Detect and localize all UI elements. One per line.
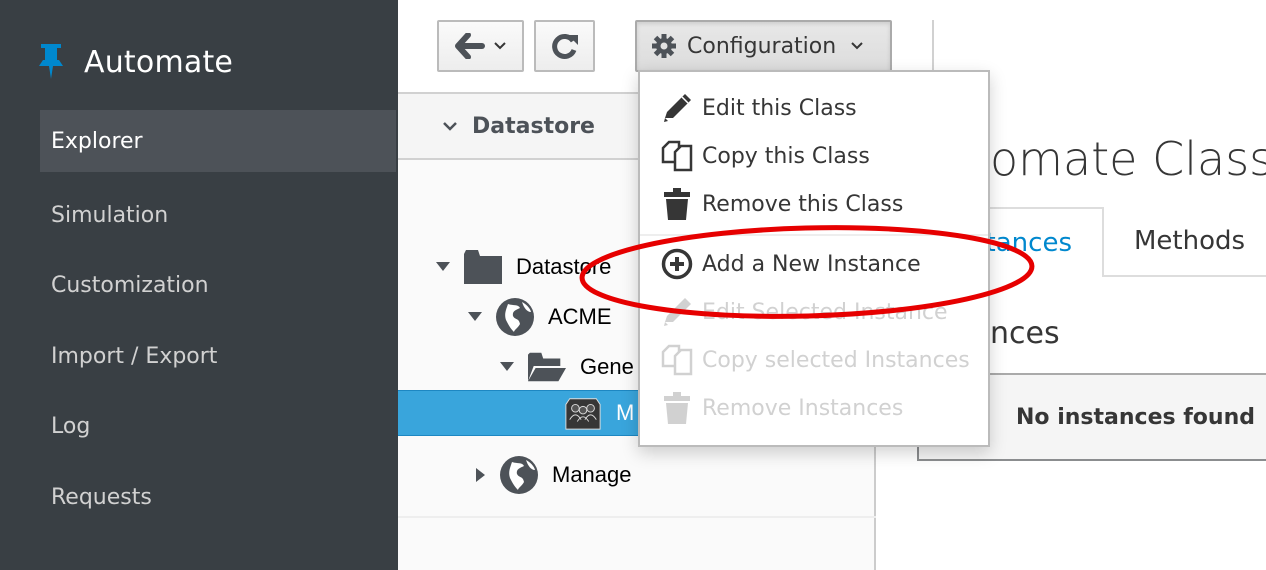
- configuration-dropdown-button[interactable]: Configuration: [635, 20, 892, 72]
- expanded-triangle-icon[interactable]: [500, 360, 514, 374]
- refresh-icon: [551, 34, 578, 59]
- folder-icon: [464, 248, 502, 286]
- tree-node-manageiq[interactable]: Manage: [398, 452, 876, 498]
- menu-item-label: Edit Selected Instance: [702, 299, 948, 325]
- copy-icon: [660, 343, 694, 377]
- tree-node-label: M: [616, 400, 635, 425]
- toolbar-separator: [932, 20, 934, 70]
- menu-item-remove-class[interactable]: Remove this Class: [640, 180, 988, 228]
- chevron-down-icon: [851, 42, 863, 50]
- menu-item-edit-selected-instance: Edit Selected Instance: [640, 288, 988, 336]
- chevron-down-icon: [443, 122, 457, 131]
- sidebar-item-requests[interactable]: Requests: [40, 462, 396, 533]
- menu-item-copy-class[interactable]: Copy this Class: [640, 132, 988, 180]
- tree-node-label: Manage: [552, 462, 632, 487]
- sidebar-nav: Explorer Simulation Customization Import…: [40, 110, 396, 533]
- brand: Automate: [38, 44, 233, 80]
- copy-icon: [660, 139, 694, 173]
- sidebar-item-simulation[interactable]: Simulation: [40, 180, 396, 251]
- globe-icon: [500, 456, 538, 494]
- menu-item-add-instance[interactable]: Add a New Instance: [640, 240, 988, 288]
- pencil-icon: [660, 295, 694, 329]
- arrow-left-icon: [454, 33, 485, 59]
- trash-icon: [660, 391, 694, 425]
- plus-circle-icon: [660, 247, 694, 281]
- configuration-menu: Edit this Class Copy this Class Remove t…: [638, 70, 990, 447]
- menu-item-remove-instances: Remove Instances: [640, 384, 988, 432]
- globe-icon: [496, 298, 534, 336]
- expanded-triangle-icon[interactable]: [436, 260, 450, 274]
- sidebar-item-import-export[interactable]: Import / Export: [40, 321, 396, 392]
- menu-divider: [640, 234, 988, 236]
- menu-item-edit-class[interactable]: Edit this Class: [640, 84, 988, 132]
- configuration-label: Configuration: [687, 33, 837, 59]
- menu-item-copy-selected-instances: Copy selected Instances: [640, 336, 988, 384]
- page-title: omate Class: [990, 132, 1266, 186]
- menu-item-label: Remove this Class: [702, 191, 904, 217]
- class-icon: [564, 394, 602, 432]
- tree-divider: [398, 516, 876, 518]
- folder-open-icon: [528, 348, 566, 386]
- section-title: nces: [990, 316, 1060, 351]
- tree-node-label: Datastore: [516, 254, 612, 279]
- menu-item-label: Add a New Instance: [702, 251, 921, 277]
- menu-item-label: Remove Instances: [702, 395, 904, 421]
- menu-item-label: Edit this Class: [702, 95, 857, 121]
- sidebar-item-log[interactable]: Log: [40, 392, 396, 463]
- sidebar-item-explorer[interactable]: Explorer: [40, 110, 396, 172]
- tree-node-label: Gene: [580, 354, 634, 379]
- pushpin-icon: [39, 44, 63, 79]
- tree-node-label: ACME: [548, 304, 612, 329]
- gear-icon: [652, 34, 676, 58]
- accordion-label: Datastore: [472, 113, 595, 139]
- expanded-triangle-icon[interactable]: [468, 310, 482, 324]
- menu-item-label: Copy selected Instances: [702, 347, 970, 373]
- brand-title: Automate: [84, 44, 234, 80]
- tab-methods[interactable]: Methods: [1104, 207, 1266, 277]
- sidebar: Automate Explorer Simulation Customizati…: [0, 0, 398, 570]
- refresh-button[interactable]: [534, 20, 595, 72]
- sidebar-item-customization[interactable]: Customization: [40, 251, 396, 322]
- trash-icon: [660, 187, 694, 221]
- pencil-icon: [660, 91, 694, 125]
- chevron-down-icon: [493, 42, 506, 50]
- menu-item-label: Copy this Class: [702, 143, 870, 169]
- back-button[interactable]: [437, 20, 524, 72]
- collapsed-triangle-icon[interactable]: [474, 468, 488, 482]
